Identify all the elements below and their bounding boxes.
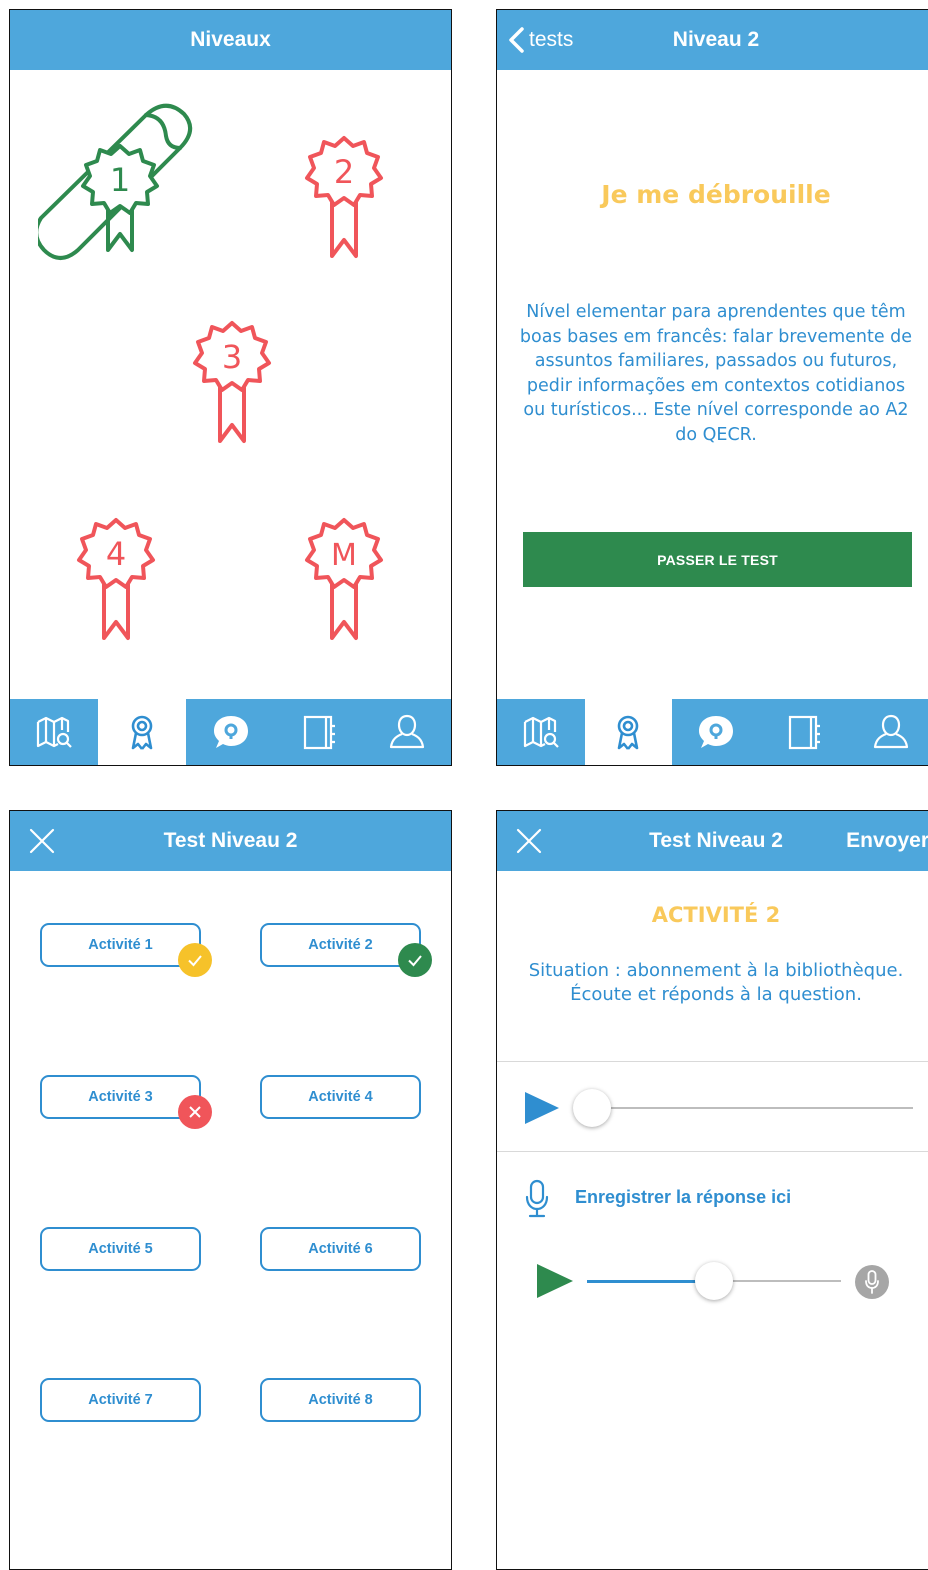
divider [497,1061,928,1062]
activity-5-button[interactable]: Activité 5 [40,1227,201,1271]
activity-3-button[interactable]: Activité 3 [40,1075,201,1119]
level-header: tests Niveau 2 [497,10,928,70]
play-icon[interactable] [523,1091,561,1125]
page-title: Test Niveau 2 [649,829,783,852]
chat-bubble-icon [213,716,248,748]
map-search-icon [523,716,559,748]
levels-header: Niveaux [10,10,451,70]
level-4-badge[interactable]: 4 [64,510,174,670]
situation-text: Situation : abonnement à la bibliothèque… [528,960,904,1005]
user-icon [874,714,909,749]
award-ribbon-icon: 4 [77,518,155,640]
activity-1-button[interactable]: Activité 1 [40,923,201,967]
record-answer-label[interactable]: Enregistrer la réponse ici [575,1187,791,1208]
tab-chat[interactable] [672,699,760,765]
check-icon [188,955,202,967]
tab-profile[interactable] [363,699,451,765]
map-search-icon [36,716,72,748]
award-ribbon-icon: 3 [193,321,271,443]
levels-screen: Niveaux 1 2 3 4 M [9,9,452,766]
book-icon [788,715,820,750]
tab-map[interactable] [10,699,98,765]
level-2-number: 2 [334,153,354,191]
chat-bubble-icon [698,716,733,748]
tab-levels[interactable] [98,699,187,765]
tab-chat[interactable] [186,699,274,765]
tab-map[interactable] [497,699,585,765]
tab-book[interactable] [760,699,848,765]
test-activities-screen: Test Niveau 2 Activité 1 Activité 2 Acti… [9,810,452,1570]
play-recording-icon[interactable] [535,1263,575,1299]
tab-levels[interactable] [584,699,673,765]
level-description: Nível elementar para aprendentes que têm… [519,302,913,445]
take-test-button[interactable]: PASSER LE TEST [523,532,912,587]
chevron-left-icon [509,27,524,53]
activity-4-button[interactable]: Activité 4 [260,1075,421,1119]
check-icon [408,955,422,967]
cross-icon [189,1106,201,1118]
award-icon [618,715,639,750]
tab-profile[interactable] [847,699,928,765]
activity-title: ACTIVITÉ 2 [651,903,781,927]
tab-bar [10,699,451,765]
level-m-number: M [331,538,357,573]
level-1-number: 1 [110,161,130,199]
diploma-scroll-icon: 1 [34,103,192,260]
page-title: Test Niveau 2 [163,829,298,852]
level-4-number: 4 [106,535,126,573]
page-title: Niveaux [190,28,271,51]
level-3-badge[interactable]: 3 [180,313,290,473]
close-icon[interactable] [515,827,543,855]
award-ribbon-icon: 2 [305,136,383,258]
activity-6-button[interactable]: Activité 6 [260,1227,421,1271]
activity-1-status-badge [178,943,212,977]
audio-slider-thumb[interactable] [573,1089,611,1127]
user-icon [389,714,425,749]
level-3-number: 3 [222,338,242,376]
book-icon [303,715,335,750]
award-icon [131,715,153,750]
award-ribbon-icon: M [305,518,383,640]
level-detail-screen: tests Niveau 2 Je me débrouille Nível el… [496,9,928,766]
activity-7-button[interactable]: Activité 7 [40,1378,201,1422]
page-title: Niveau 2 [672,28,760,51]
close-icon[interactable] [28,827,56,855]
activity-2-button[interactable]: Activité 2 [260,923,421,967]
tab-bar [497,699,928,765]
level-1-badge[interactable]: 1 [34,100,198,270]
tab-book[interactable] [275,699,363,765]
microphone-icon [525,1179,549,1218]
back-label: tests [529,28,574,51]
send-button[interactable]: Envoyer [846,811,928,871]
level-master-badge[interactable]: M [292,510,402,670]
activity-8-button[interactable]: Activité 8 [260,1378,421,1422]
record-button[interactable] [855,1265,889,1299]
audio-progress-track[interactable] [593,1107,913,1109]
test-header: Test Niveau 2 [10,811,451,871]
recording-slider-thumb[interactable] [695,1262,733,1300]
activity-2-status-badge [398,943,432,977]
microphone-icon [865,1270,879,1294]
back-button[interactable]: tests [507,10,573,70]
activity-header: Test Niveau 2 Envoyer [497,811,928,871]
activity-screen: Test Niveau 2 Envoyer ACTIVITÉ 2 Situati… [496,810,928,1570]
level-2-badge[interactable]: 2 [292,128,402,288]
divider [497,1151,928,1152]
level-name: Je me débrouille [601,180,831,209]
activity-3-status-badge [178,1095,212,1129]
